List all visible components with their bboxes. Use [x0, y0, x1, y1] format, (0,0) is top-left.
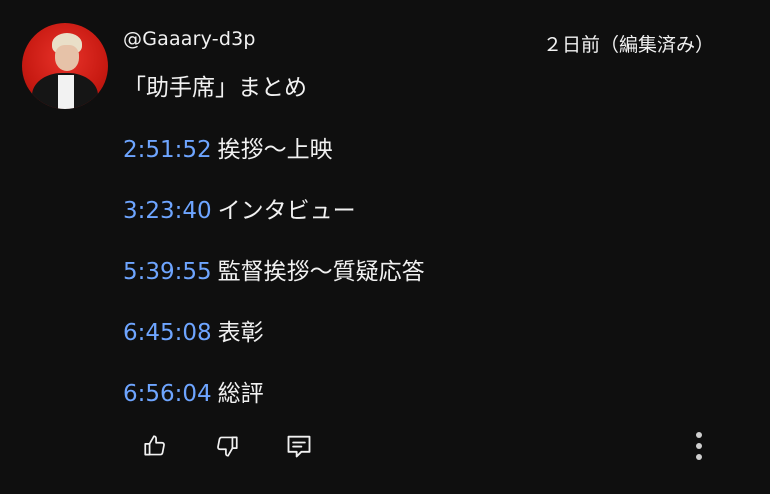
chapter-item: 6:45:08 表彰: [123, 313, 425, 374]
avatar[interactable]: [22, 23, 108, 109]
thumbs-down-icon: [217, 436, 238, 457]
chapter-item: 6:56:04 総評: [123, 374, 425, 435]
avatar-face: [55, 45, 79, 71]
comment-actions: [138, 428, 354, 464]
comment-title: 「助手席」まとめ: [123, 75, 307, 101]
chapter-label: インタビュー: [217, 198, 356, 224]
chapter-timestamp-link[interactable]: 5:39:55: [123, 259, 212, 285]
chapter-timestamp-link[interactable]: 3:23:40: [123, 198, 212, 224]
chapter-item: 5:39:55 監督挨拶〜質疑応答: [123, 252, 425, 313]
comment-author-handle[interactable]: @Gaaary-d3p: [123, 28, 256, 50]
chapter-label: 監督挨拶〜質疑応答: [217, 259, 425, 285]
chapter-item: 2:51:52 挨拶〜上映: [123, 130, 425, 191]
comment-timestamp[interactable]: ２日前（編集済み）: [543, 30, 714, 57]
chapter-label: 総評: [217, 381, 264, 407]
chapter-label: 表彰: [217, 320, 264, 346]
chapter-timestamp-link[interactable]: 2:51:52: [123, 137, 212, 163]
thumbs-up-icon: [144, 435, 165, 456]
dislike-button[interactable]: [210, 429, 244, 463]
more-options-button[interactable]: [688, 428, 710, 464]
reply-button[interactable]: [282, 429, 316, 463]
chapter-item: 3:23:40 インタビュー: [123, 191, 425, 252]
more-vertical-icon: [696, 432, 702, 460]
reply-comment-icon: [287, 435, 311, 458]
chapter-label: 挨拶〜上映: [217, 137, 333, 163]
chapter-list: 2:51:52 挨拶〜上映 3:23:40 インタビュー 5:39:55 監督挨拶〜質…: [123, 130, 425, 435]
avatar-shirt: [58, 75, 74, 109]
like-button[interactable]: [138, 429, 172, 463]
chapter-timestamp-link[interactable]: 6:45:08: [123, 320, 212, 346]
chapter-timestamp-link[interactable]: 6:56:04: [123, 381, 212, 407]
